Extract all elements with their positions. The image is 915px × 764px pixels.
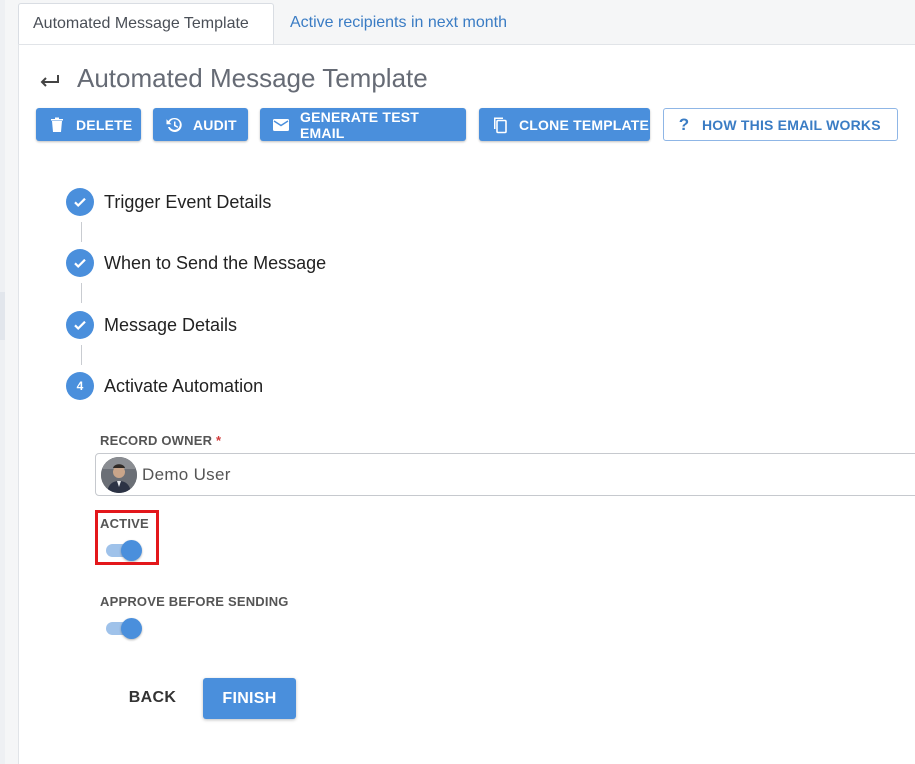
step-label: Activate Automation (104, 375, 264, 396)
check-icon (74, 258, 86, 269)
record-owner-label: RECORD OWNER * (100, 433, 221, 448)
left-edge (0, 0, 5, 764)
finish-button[interactable]: FINISH (203, 678, 296, 719)
how-this-email-works-button[interactable]: ? HOW THIS EMAIL WORKS (663, 108, 898, 141)
record-owner-field[interactable]: Demo User (95, 453, 915, 496)
step-number-indicator: 4 (66, 372, 94, 400)
step-connector (81, 283, 82, 303)
step-label: Message Details (104, 314, 238, 335)
step-trigger-event-details[interactable]: Trigger Event Details (66, 188, 271, 216)
tab-active-recipients[interactable]: Active recipients in next month (276, 3, 521, 44)
generate-test-email-button[interactable]: GENERATE TEST EMAIL (260, 108, 466, 141)
question-mark-icon: ? (678, 114, 690, 134)
mail-icon (273, 118, 289, 131)
check-icon (74, 197, 86, 208)
step-complete-indicator (66, 249, 94, 277)
copy-icon (494, 117, 507, 133)
delete-button-label: DELETE (76, 116, 133, 133)
audit-button[interactable]: AUDIT (153, 108, 248, 141)
check-icon (74, 320, 86, 331)
user-photo-icon (101, 456, 137, 493)
audit-button-label: AUDIT (193, 116, 237, 133)
approve-before-sending-toggle[interactable] (104, 616, 142, 640)
step-connector (81, 345, 82, 365)
clone-template-button-label: CLONE TEMPLATE (519, 116, 650, 133)
approve-before-sending-label: APPROVE BEFORE SENDING (100, 594, 289, 609)
step-label: Trigger Event Details (104, 191, 272, 212)
step-message-details[interactable]: Message Details (66, 311, 237, 339)
generate-test-email-button-label: GENERATE TEST EMAIL (300, 108, 420, 141)
history-icon (166, 117, 182, 132)
clone-template-button[interactable]: CLONE TEMPLATE (479, 108, 650, 141)
back-button[interactable]: BACK (115, 678, 190, 718)
tab-automated-message-template[interactable]: Automated Message Template (18, 3, 274, 44)
step-when-to-send[interactable]: When to Send the Message (66, 249, 326, 277)
step-activate-automation[interactable]: 4 Activate Automation (66, 372, 263, 400)
record-owner-value: Demo User (142, 464, 231, 484)
active-highlight-box (95, 510, 159, 565)
step-complete-indicator (66, 311, 94, 339)
required-asterisk: * (216, 433, 222, 448)
step-complete-indicator (66, 188, 94, 216)
trash-icon (51, 117, 63, 132)
back-arrow-icon[interactable] (36, 66, 64, 94)
left-edge-marker (0, 292, 5, 340)
main-panel (18, 44, 915, 764)
page-title: Automated Message Template (77, 63, 428, 93)
how-this-email-works-label: HOW THIS EMAIL WORKS (702, 116, 881, 133)
record-owner-label-text: RECORD OWNER (100, 433, 213, 448)
avatar (101, 456, 137, 493)
step-label: When to Send the Message (104, 252, 327, 273)
step-connector (81, 222, 82, 242)
delete-button[interactable]: DELETE (36, 108, 141, 141)
toggle-thumb (121, 618, 142, 639)
